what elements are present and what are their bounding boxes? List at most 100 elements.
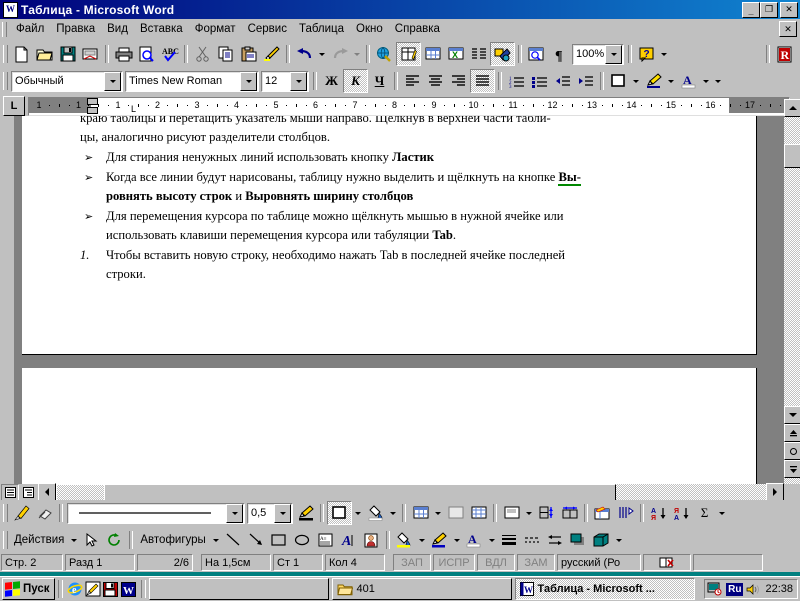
draw-menu-button[interactable]: Действия (10, 534, 68, 546)
underline-button[interactable]: Ч (368, 70, 391, 92)
line-weight-combo[interactable]: 0,5 (247, 502, 293, 524)
vertical-scrollbar[interactable] (784, 99, 800, 484)
toolbar-grip[interactable] (3, 504, 8, 522)
drawing-icon[interactable] (490, 42, 515, 66)
menu-insert[interactable]: Вставка (134, 21, 189, 37)
cell-align-dropdown-button[interactable] (523, 502, 535, 524)
status-flag-ispr[interactable]: ИСПР (433, 554, 475, 571)
distribute-columns-icon[interactable] (558, 502, 581, 524)
toolbar-grip[interactable] (3, 72, 8, 90)
italic-button[interactable]: К (343, 69, 368, 93)
font-combo[interactable]: Times New Roman (125, 70, 259, 92)
decrease-indent-icon[interactable] (551, 70, 574, 92)
autoshapes-menu-button[interactable]: Автофигуры (136, 534, 209, 546)
sort-descending-icon[interactable]: ЯА (670, 502, 693, 524)
document-area[interactable]: краю таблицы и перетащить указатель мыши… (0, 116, 800, 484)
style-dropdown-button[interactable] (104, 71, 121, 91)
merge-cells-icon[interactable] (444, 502, 467, 524)
tables-and-borders-icon[interactable] (396, 42, 421, 66)
paste-clipboard-icon[interactable] (237, 43, 260, 65)
line-style-combo[interactable] (67, 502, 245, 524)
line-color-dropdown-button[interactable] (451, 529, 463, 551)
line-icon[interactable] (222, 529, 245, 551)
arrow-style-icon[interactable] (544, 529, 567, 551)
font-color-dropdown-button[interactable] (700, 70, 712, 92)
clip-art-icon[interactable] (360, 529, 383, 551)
align-left-icon[interactable] (401, 70, 424, 92)
change-text-direction-icon[interactable] (614, 502, 637, 524)
align-justify-icon[interactable] (470, 69, 495, 93)
undo-dropdown-button[interactable] (316, 43, 328, 65)
toolbar-options-button[interactable] (613, 529, 625, 551)
toolbar-options-button[interactable] (712, 70, 724, 92)
first-line-indent-marker[interactable] (87, 97, 98, 105)
arrow-icon[interactable] (245, 529, 268, 551)
toolbar-grip[interactable] (3, 45, 8, 63)
word-icon[interactable]: W (120, 580, 138, 598)
redo-dropdown-button[interactable] (351, 43, 363, 65)
scroll-up-button[interactable] (784, 99, 800, 117)
three-d-icon[interactable] (590, 529, 613, 551)
toolbar-options-button[interactable] (716, 502, 728, 524)
shading-dropdown-button[interactable] (387, 502, 399, 524)
fill-color-icon[interactable] (393, 529, 416, 551)
start-button[interactable]: Пуск (2, 578, 55, 600)
dash-style-icon[interactable] (521, 529, 544, 551)
bold-button[interactable]: Ж (320, 70, 343, 92)
save-disk-icon[interactable] (56, 43, 79, 65)
word-task-button[interactable]: W Таблица - Microsoft ... (514, 578, 695, 600)
normal-view-icon[interactable] (1, 483, 19, 501)
highlight-color-icon[interactable] (642, 70, 665, 92)
cell-align-icon[interactable] (500, 502, 523, 524)
page-2[interactable]: 2. 3. 4. (22, 368, 757, 484)
undo-icon[interactable] (293, 43, 316, 65)
close-button[interactable]: ✕ (780, 1, 798, 18)
borders-dropdown-icon[interactable] (327, 501, 352, 525)
font-color-dropdown-button[interactable] (486, 529, 498, 551)
spelling-status-icon[interactable] (643, 554, 691, 571)
increase-indent-icon[interactable] (574, 70, 597, 92)
mail-recipient-icon[interactable] (79, 43, 102, 65)
font-dropdown-button[interactable] (240, 71, 257, 91)
borders-dropdown-button[interactable] (352, 502, 364, 524)
next-page-button[interactable] (784, 460, 800, 478)
menu-view[interactable]: Вид (101, 21, 134, 37)
columns-icon[interactable] (467, 43, 490, 65)
folder-task-button[interactable]: 401 (331, 578, 512, 600)
page-1[interactable]: краю таблицы и перетащить указатель мыши… (22, 116, 757, 355)
status-language[interactable]: русский (Ро (557, 554, 641, 571)
insert-table-dropdown-button[interactable] (432, 502, 444, 524)
font-color-icon[interactable]: A (677, 70, 700, 92)
new-document-icon[interactable] (10, 43, 33, 65)
insert-hyperlink-icon[interactable] (373, 43, 396, 65)
previous-page-button[interactable] (784, 424, 800, 442)
print-preview-icon[interactable] (135, 43, 158, 65)
close-document-button[interactable]: ✕ (779, 21, 797, 37)
border-color-icon[interactable] (294, 502, 317, 524)
format-painter-icon[interactable] (260, 43, 283, 65)
show-formatting-marks-icon[interactable]: ¶ (548, 43, 571, 65)
speaker-icon[interactable] (746, 583, 760, 596)
line-style-icon[interactable] (498, 529, 521, 551)
align-center-icon[interactable] (424, 70, 447, 92)
shadow-icon[interactable] (567, 529, 590, 551)
distribute-rows-icon[interactable] (535, 502, 558, 524)
numbered-list-icon[interactable]: 123 (505, 70, 528, 92)
line-color-icon[interactable] (428, 529, 451, 551)
internet-explorer-icon[interactable]: e (66, 580, 84, 598)
tab-stop-selector[interactable]: L (3, 96, 25, 116)
select-objects-arrow-icon[interactable] (80, 529, 103, 551)
menu-tools[interactable]: Сервис (242, 21, 293, 37)
save-icon[interactable] (102, 580, 120, 598)
borders-dropdown-button[interactable] (630, 70, 642, 92)
align-right-icon[interactable] (447, 70, 470, 92)
toolbar-grip[interactable] (3, 531, 8, 549)
scroll-right-button[interactable] (766, 483, 784, 501)
toolbar-options-button[interactable] (658, 43, 670, 65)
minimize-button[interactable]: _ (742, 1, 760, 18)
scroll-down-button[interactable] (784, 406, 800, 424)
line-weight-dropdown-button[interactable] (274, 503, 291, 523)
horizontal-scroll-track[interactable] (56, 484, 766, 502)
menu-grip[interactable] (2, 21, 7, 37)
menu-window[interactable]: Окно (350, 21, 389, 37)
